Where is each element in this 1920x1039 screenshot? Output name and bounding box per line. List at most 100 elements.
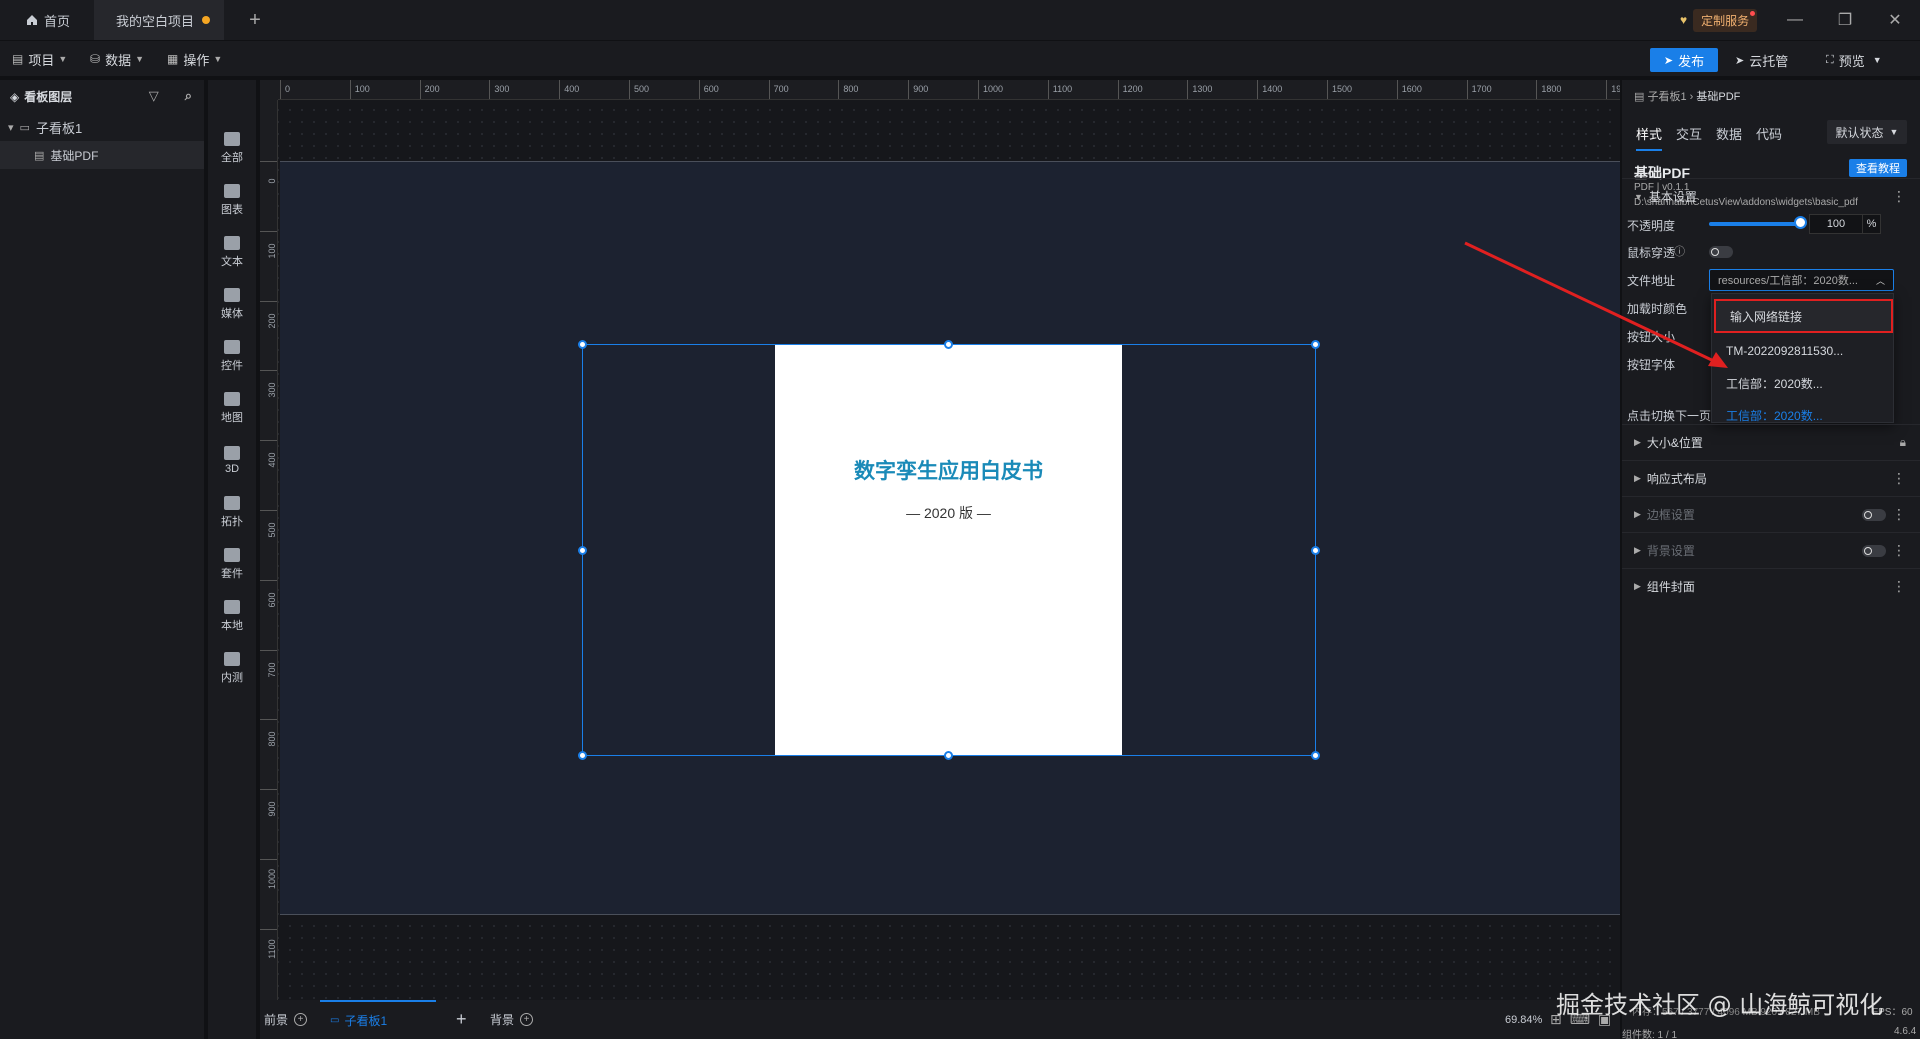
mouse-through-toggle[interactable] [1709,246,1733,258]
resize-handle-nw[interactable] [578,340,587,349]
search-icon[interactable]: ⌕ [185,88,192,104]
tab-interaction[interactable]: 交互 [1676,124,1702,151]
ruler-tick: 700 [260,649,277,677]
add-board-button[interactable]: + [456,1000,467,1039]
resize-handle-w[interactable] [578,546,587,555]
background-tab[interactable]: 背景 + [490,1000,534,1039]
view-tutorial-button[interactable]: 查看教程 [1849,159,1907,177]
menu-project[interactable]: ▤ 项目 ▼ [12,41,67,77]
version-label: 4.6.4 [1894,1026,1917,1037]
ruler-tick: 300 [260,370,277,398]
ruler-tick: 600 [698,80,719,99]
more-icon[interactable]: ⋮ [1892,506,1906,523]
custom-service-label: 定制服务 [1693,8,1758,32]
resize-handle-sw[interactable] [578,751,587,760]
puzzle-icon [224,599,240,614]
chevron-down-icon: ▼ [213,54,223,64]
comp-3d[interactable]: 3D [208,438,256,482]
border-toggle[interactable] [1862,509,1886,521]
foreground-tab[interactable]: 前景 + [264,1000,308,1039]
chevron-down-icon: ▼ [1889,127,1899,137]
comp-label: 控件 [221,359,243,372]
tab-data[interactable]: 数据 [1716,124,1742,151]
breadcrumb-parent[interactable]: 子看板1 [1647,91,1686,103]
restore-button[interactable]: ❐ [1820,0,1870,40]
more-icon[interactable]: ⋮ [1892,542,1906,559]
opacity-label: 不透明度 [1627,219,1676,233]
menu-data-label: 数据 [105,52,132,68]
board-tab[interactable]: ▭ 子看板1 [320,1000,436,1039]
button-font-label: 按钮字体 [1627,358,1676,372]
ruler-tick: 400 [559,80,579,99]
unsaved-dot-icon [202,16,211,24]
comp-topology[interactable]: 拓扑 [208,490,256,534]
section-size-position[interactable]: ▶ 大小&位置 🔒︎ [1622,424,1920,460]
menu-data[interactable]: ⛁ 数据 ▼ [90,41,144,77]
more-icon[interactable]: ⋮ [1892,578,1906,595]
pdf-widget-selection[interactable] [582,344,1316,756]
add-circle-icon[interactable]: + [294,1013,308,1026]
preview-button[interactable]: ⛶ 预览 ▼ [1826,48,1882,72]
tab-project[interactable]: 我的空白项目 [94,0,224,40]
menu-operation[interactable]: ▦ 操作 ▼ [167,41,222,77]
grid-icon [224,131,240,146]
comp-control[interactable]: 控件 [208,334,256,378]
comp-chart[interactable]: 图表 [208,178,256,222]
comp-all[interactable]: 全部 [208,126,256,170]
state-select[interactable]: 默认状态 ▼ [1827,120,1907,144]
add-circle-icon[interactable]: + [520,1013,534,1026]
resize-handle-se[interactable] [1311,751,1320,760]
layers-panel: ◈ 看板图层 ▽ ⌕ ▾ ▭ 子看板1 ▤ 基础PDF [0,80,204,1039]
minimize-button[interactable]: — [1770,0,1820,40]
comp-kit[interactable]: 套件 [208,542,256,586]
resize-handle-n[interactable] [944,340,953,349]
tab-style[interactable]: 样式 [1636,124,1663,151]
resize-handle-ne[interactable] [1311,340,1320,349]
tab-home[interactable]: 首页 [0,0,92,40]
section-border[interactable]: ▶ 边框设置 ⋮ [1622,496,1920,532]
opacity-input[interactable]: 100 [1809,214,1863,234]
comp-beta[interactable]: 内测 [208,646,256,690]
comp-media[interactable]: 媒体 [208,282,256,326]
comp-map[interactable]: 地图 [208,386,256,430]
more-icon[interactable]: ⋮ [1892,470,1906,487]
chevron-down-icon: ▼ [1872,55,1882,65]
caret-right-icon: ▶ [1634,473,1641,483]
section-background[interactable]: ▶ 背景设置 ⋮ [1622,532,1920,568]
background-toggle[interactable] [1862,545,1886,557]
option-file[interactable]: TM-2022092811530... [1712,334,1895,368]
comp-local[interactable]: 本地 [208,594,256,638]
opacity-slider-track[interactable] [1709,222,1801,226]
button-size-label: 按钮大小 [1627,330,1676,344]
resize-handle-s[interactable] [944,751,953,760]
section-basic-settings[interactable]: ▼ 基本设置 ⋮ [1622,178,1920,214]
layer-item-board[interactable]: ▾ ▭ 子看板1 [0,113,204,141]
filter-icon[interactable]: ▽ [149,88,159,104]
tab-code[interactable]: 代码 [1756,124,1782,151]
add-tab-button[interactable]: + [240,0,270,40]
comp-text[interactable]: 文本 [208,230,256,274]
cloud-host-button[interactable]: ➤ 云托管 [1735,48,1788,72]
zoom-level[interactable]: 69.84% [1505,1014,1542,1026]
comp-label: 地图 [221,411,243,424]
more-icon[interactable]: ⋮ [1892,188,1906,205]
ruler-tick: 500 [260,510,277,538]
option-input-url[interactable]: 输入网络链接 [1714,299,1893,333]
layer-item-pdf[interactable]: ▤ 基础PDF [0,141,204,169]
option-file[interactable]: 工信部：2020数... [1712,366,1895,400]
section-responsive-layout[interactable]: ▶ 响应式布局 ⋮ [1622,460,1920,496]
opacity-slider-handle[interactable] [1794,216,1807,229]
section-label: 基本设置 [1648,190,1697,204]
file-path-select[interactable]: resources/工信部：2020数... ︿ [1709,269,1894,291]
publish-button[interactable]: ➤ 发布 [1650,48,1718,72]
section-cover[interactable]: ▶ 组件封面 ⋮ [1622,568,1920,604]
close-button[interactable]: ✕ [1870,0,1920,40]
heart-icon: ♥ [1680,13,1688,27]
widget-icon: ▤ [34,149,45,162]
custom-service-button[interactable]: ♥ 定制服务 [1680,8,1758,32]
section-label: 背景设置 [1646,544,1695,558]
lock-icon[interactable]: 🔒︎ [1900,435,1906,450]
resize-handle-e[interactable] [1311,546,1320,555]
caret-down-icon: ▾ [8,121,14,134]
file-icon: ▤ [12,52,24,66]
